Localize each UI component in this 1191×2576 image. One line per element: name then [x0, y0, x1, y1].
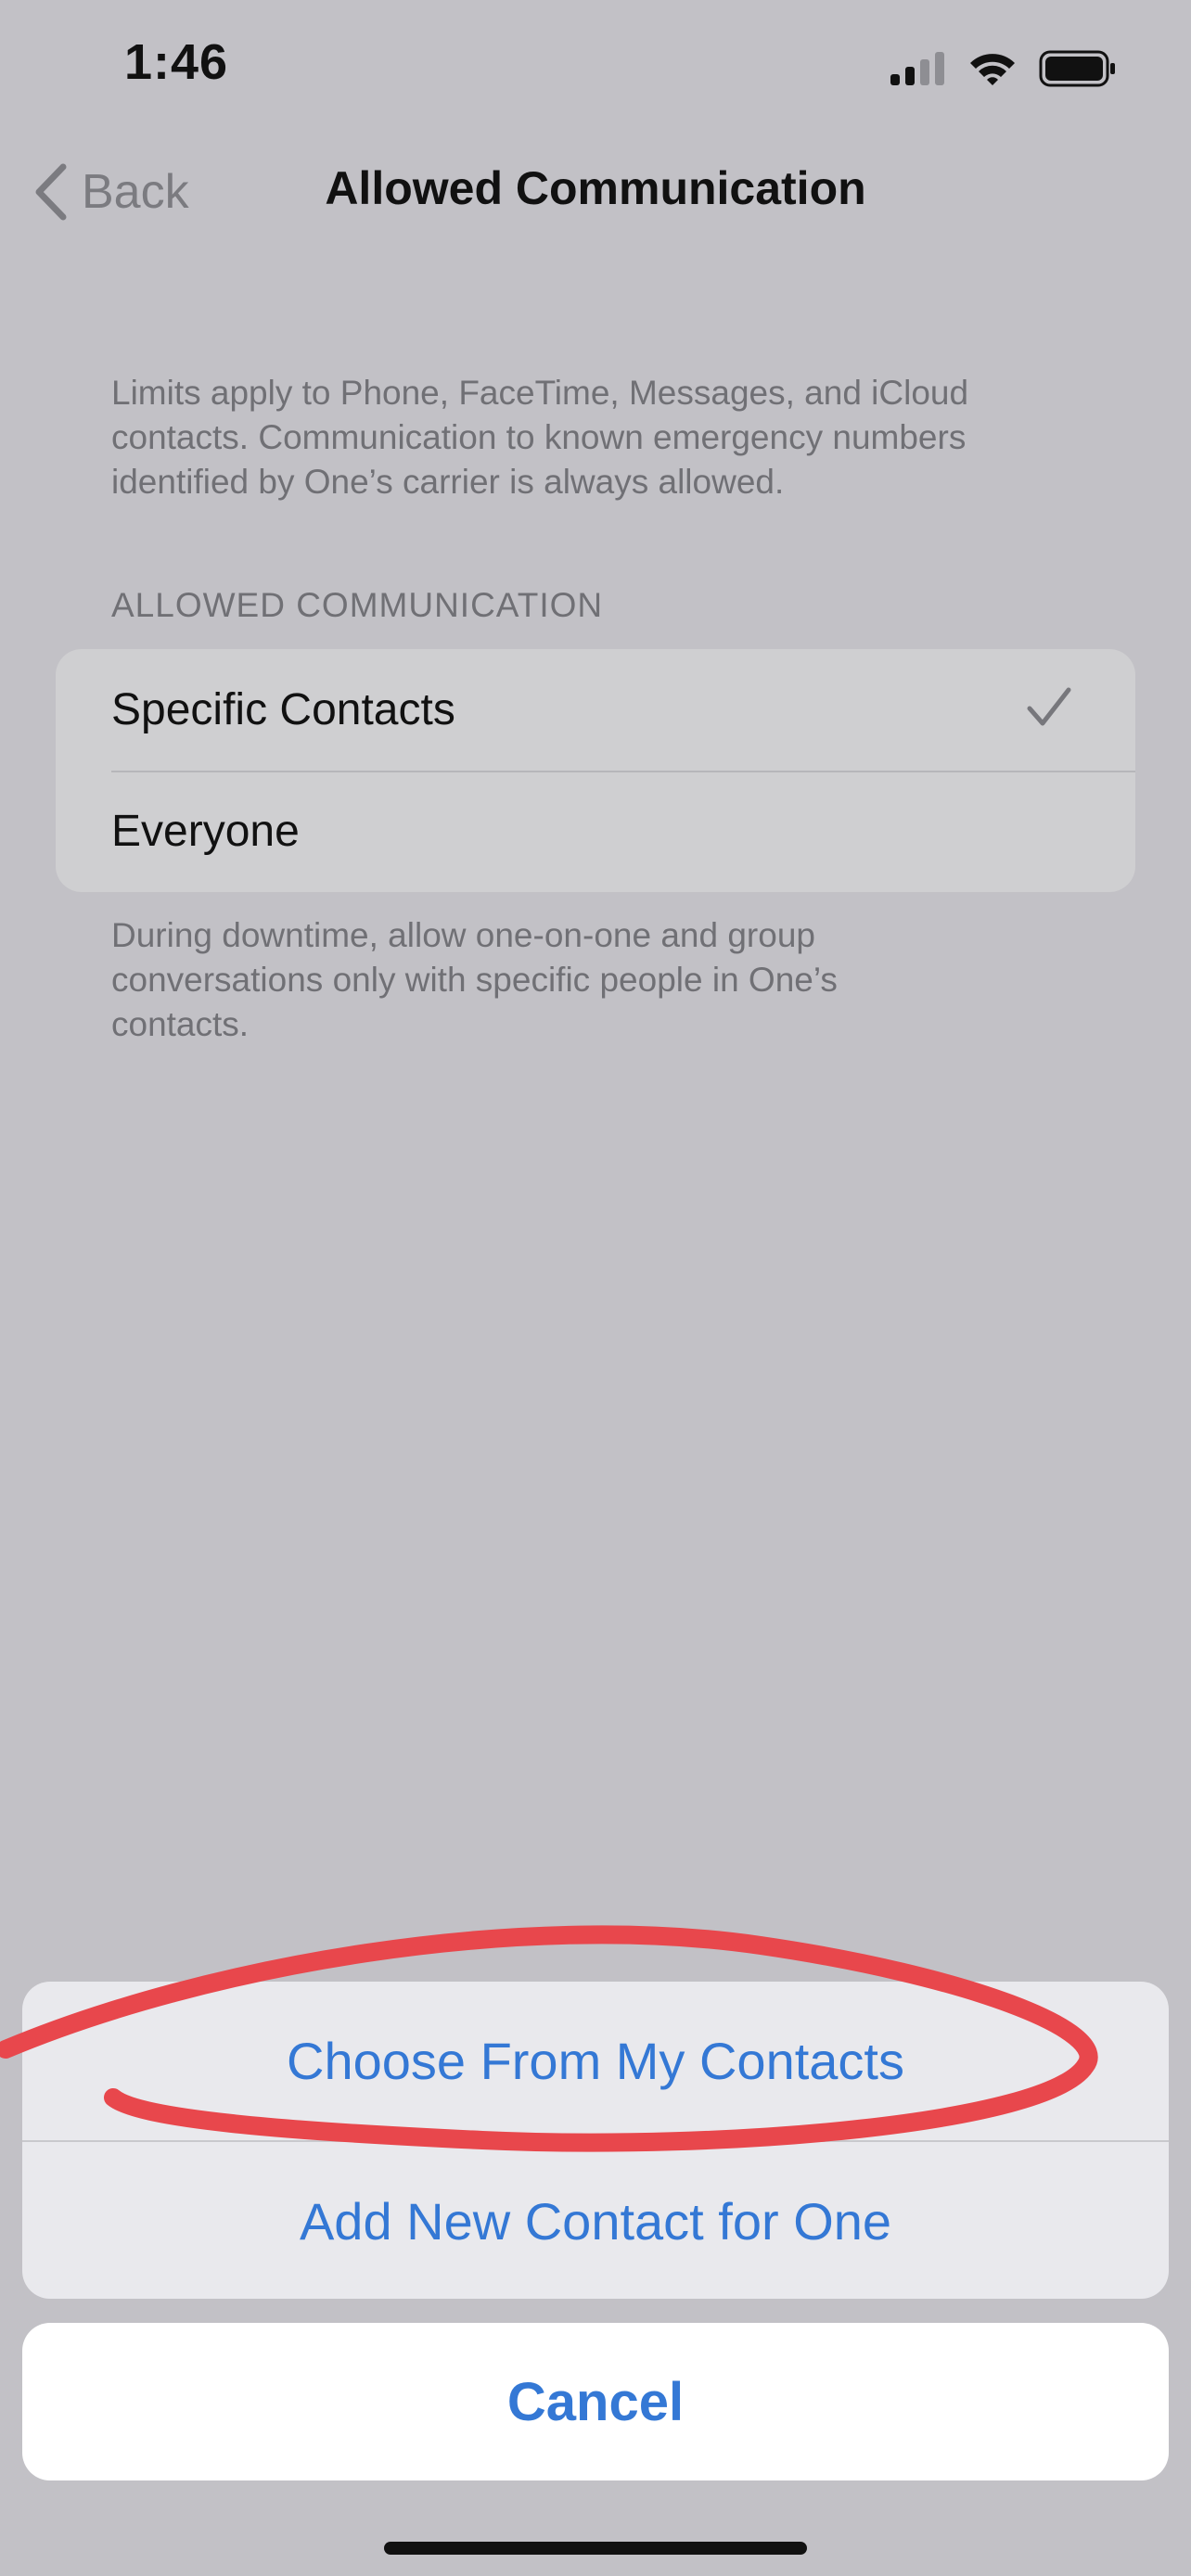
add-new-contact-button[interactable]: Add New Contact for One — [22, 2142, 1169, 2299]
limits-note-line: Limits apply to Phone, FaceTime, Message… — [111, 374, 969, 412]
checkmark-icon — [1027, 687, 1071, 726]
status-icons — [889, 41, 1117, 96]
status-time: 1:46 — [124, 34, 229, 90]
home-indicator — [384, 2542, 807, 2555]
cellular-signal-icon — [890, 52, 944, 85]
allowed-communication-group: Specific Contacts Everyone — [56, 649, 1135, 892]
limits-note-line: contacts. Communication to known emergen… — [111, 418, 967, 456]
action-sheet: Choose From My Contacts Add New Contact … — [22, 1982, 1169, 2299]
limits-note: Limits apply to Phone, FaceTime, Message… — [111, 371, 1089, 504]
battery-icon — [1039, 50, 1115, 87]
option-specific-contacts[interactable]: Specific Contacts — [56, 649, 1135, 771]
choose-from-my-contacts-button[interactable]: Choose From My Contacts — [22, 1982, 1169, 2139]
cancel-button[interactable]: Cancel — [22, 2323, 1169, 2480]
downtime-note-line: contacts. — [111, 1005, 250, 1043]
option-everyone[interactable]: Everyone — [56, 771, 1135, 892]
section-header: ALLOWED COMMUNICATION — [111, 586, 604, 624]
option-label: Specific Contacts — [111, 685, 455, 734]
downtime-note: During downtime, allow one-on-one and gr… — [111, 913, 1089, 1047]
downtime-note-line: conversations only with specific people … — [111, 961, 838, 999]
limits-note-line: identified by One’s carrier is always al… — [111, 463, 785, 501]
option-label: Everyone — [111, 807, 300, 856]
page-title: Allowed Communication — [325, 162, 866, 214]
wifi-icon — [970, 54, 1015, 85]
downtime-note-line: During downtime, allow one-on-one and gr… — [111, 916, 815, 954]
